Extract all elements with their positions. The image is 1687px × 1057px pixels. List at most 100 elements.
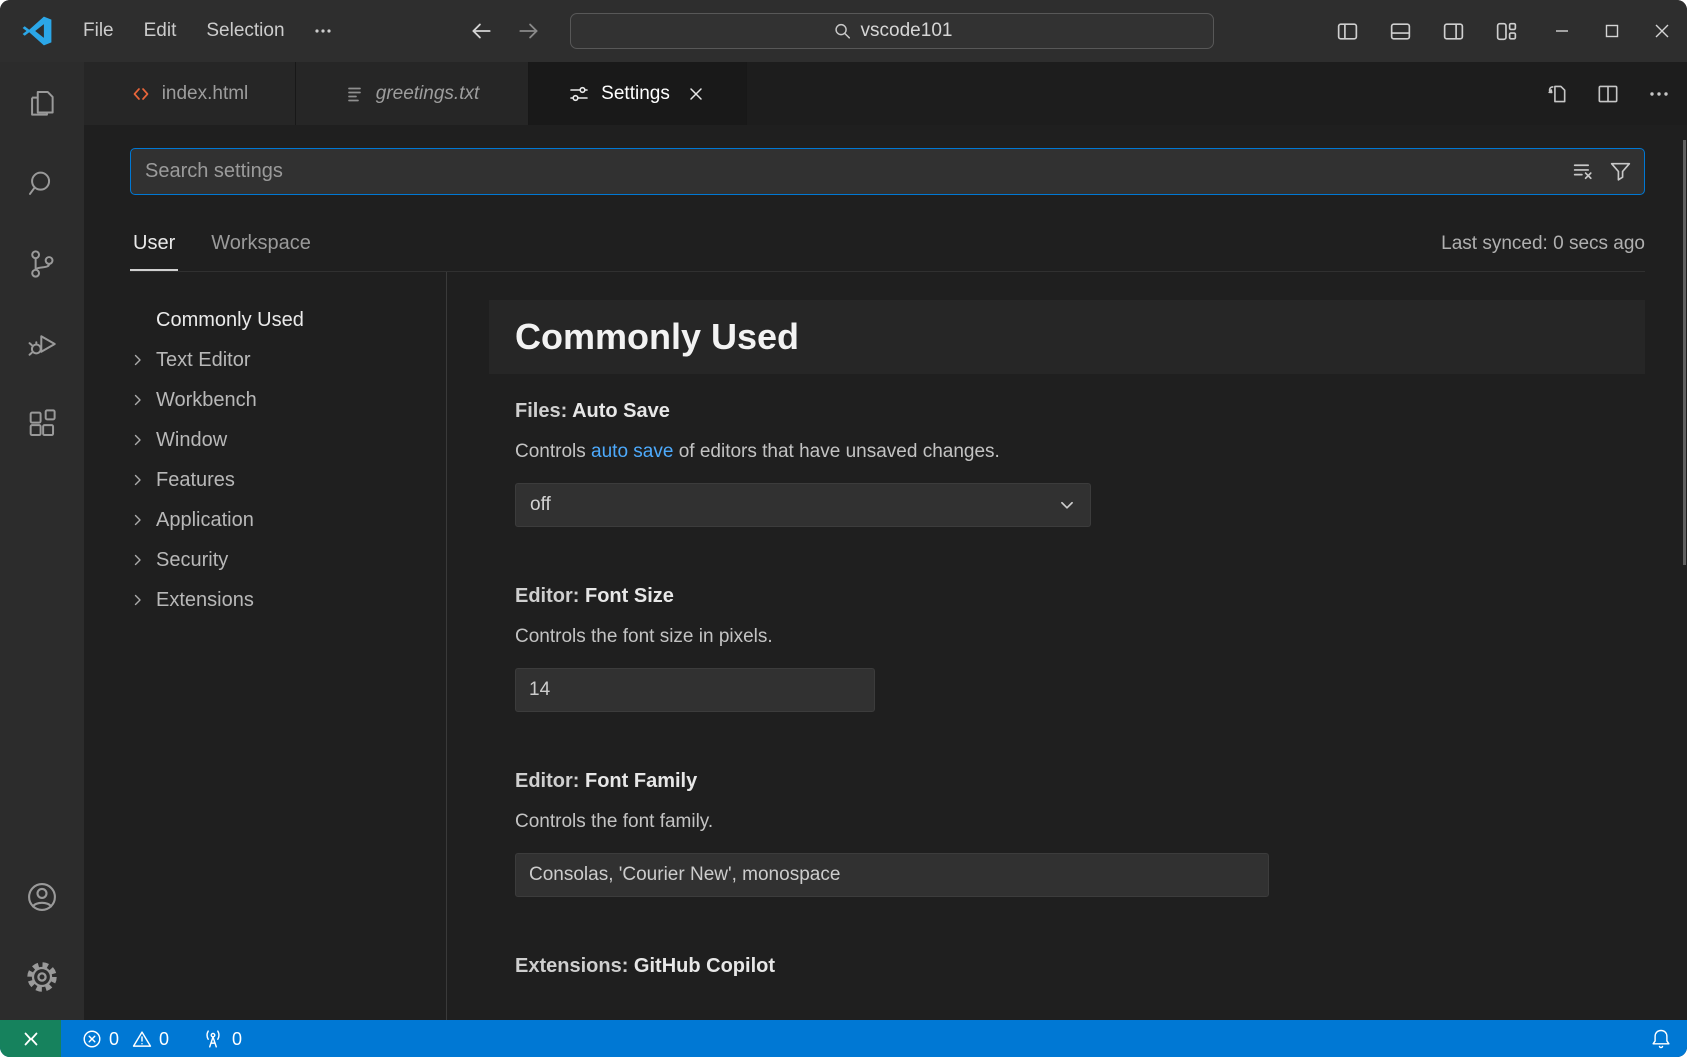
close-tab-icon[interactable] [685,83,707,105]
setting-row-font-family: Editor: Font Family Controls the font fa… [515,770,1645,897]
setting-title: Extensions: GitHub Copilot [515,955,1645,978]
error-icon [82,1029,102,1049]
remote-indicator[interactable] [0,1020,61,1057]
open-settings-json-icon[interactable] [1543,81,1569,107]
setting-category: Editor: [515,770,585,792]
editor-actions [1543,62,1671,125]
back-icon[interactable] [468,18,494,44]
minimize-button[interactable] [1537,0,1587,62]
toc-item-commonly-used[interactable]: Commonly Used [130,300,446,340]
last-synced-text: Last synced: 0 secs ago [1441,233,1645,271]
toc-label: Extensions [156,589,254,612]
maximize-button[interactable] [1587,0,1637,62]
toc-item-features[interactable]: Features [130,460,446,500]
select-value: off [530,494,551,516]
toc-item-text-editor[interactable]: Text Editor [130,340,446,380]
font-size-input[interactable] [515,668,875,712]
editor-scrollbar[interactable] [1683,140,1686,565]
desc-text: of editors that have unsaved changes. [673,441,999,462]
setting-description: Controls the font size in pixels. [515,626,1645,648]
search-view-icon[interactable] [0,144,84,224]
workbench: index.html greetings.txt [0,62,1687,1020]
tab-greetings-txt[interactable]: greetings.txt [296,62,529,125]
layout-controls [1335,19,1519,44]
menu-file[interactable]: File [68,12,129,50]
warning-icon [132,1029,152,1049]
bell-icon [1649,1027,1673,1051]
tab-settings[interactable]: Settings [529,62,747,125]
explorer-icon[interactable] [0,64,84,144]
toggle-secondary-sidebar-icon[interactable] [1441,19,1466,44]
settings-editor-icon [568,83,590,105]
toc-label: Workbench [156,389,257,412]
toc-label: Commonly Used [156,309,304,332]
setting-title: Editor: Font Size [515,585,1645,608]
command-center-search[interactable]: vscode101 [570,13,1214,49]
setting-row-auto-save: Files: Auto Save Controls auto save of e… [515,400,1645,527]
section-heading-band: Commonly Used [489,300,1645,374]
editor-area: index.html greetings.txt [84,62,1687,1020]
menu-selection[interactable]: Selection [191,12,299,50]
chevron-right-icon [130,392,156,408]
toggle-panel-icon[interactable] [1388,19,1413,44]
command-center-text: vscode101 [861,20,953,42]
tab-label: Settings [601,83,670,105]
tab-label: index.html [162,83,249,105]
source-control-icon[interactable] [0,224,84,304]
toc-item-window[interactable]: Window [130,420,446,460]
auto-save-link[interactable]: auto save [591,441,673,462]
problems-indicator[interactable]: 0 0 [73,1020,178,1057]
settings-gear-icon[interactable] [0,937,84,1017]
menu-bar: File Edit Selection [68,12,346,50]
settings-body: Commonly Used Text Editor [130,272,1687,1020]
menu-overflow-icon[interactable] [300,12,346,50]
tab-bar: index.html greetings.txt [84,62,1687,125]
chevron-right-icon [130,512,156,528]
toc-item-application[interactable]: Application [130,500,446,540]
chevron-right-icon [130,592,156,608]
desc-text: Controls [515,441,591,462]
customize-layout-icon[interactable] [1494,19,1519,44]
chevron-right-icon [130,472,156,488]
settings-toc: Commonly Used Text Editor [130,272,447,1020]
tab-label: greetings.txt [376,83,480,105]
toc-item-extensions[interactable]: Extensions [130,580,446,620]
tab-index-html[interactable]: index.html [84,62,296,125]
search-icon [832,21,852,41]
settings-content: Commonly Used Files: Auto Save Controls … [447,272,1687,1020]
setting-row-github-copilot: Extensions: GitHub Copilot [515,955,1645,978]
clear-search-icon[interactable] [1571,159,1596,184]
extensions-icon[interactable] [0,384,84,464]
toggle-sidebar-icon[interactable] [1335,19,1360,44]
window-controls [1537,0,1687,62]
error-count: 0 [109,1030,119,1048]
setting-title: Files: Auto Save [515,400,1645,423]
auto-save-select[interactable]: off [515,483,1091,527]
run-debug-icon[interactable] [0,304,84,384]
setting-label: Auto Save [572,400,670,422]
toc-item-security[interactable]: Security [130,540,446,580]
more-actions-icon[interactable] [1647,82,1671,106]
setting-label: GitHub Copilot [634,955,775,977]
chevron-right-icon [130,352,156,368]
html-file-icon [131,84,151,104]
setting-title: Editor: Font Family [515,770,1645,793]
filter-icon[interactable] [1608,159,1633,184]
history-nav [468,18,542,44]
settings-search-input[interactable] [130,148,1645,195]
scope-tab-workspace[interactable]: Workspace [208,232,314,271]
close-button[interactable] [1637,0,1687,62]
ports-indicator[interactable]: 0 [192,1020,251,1057]
toc-label: Text Editor [156,349,250,372]
warning-count: 0 [159,1030,169,1048]
forward-icon[interactable] [516,18,542,44]
account-icon[interactable] [0,857,84,937]
scope-tab-user[interactable]: User [130,232,178,271]
notifications[interactable] [1649,1020,1687,1057]
font-family-input[interactable] [515,853,1269,897]
split-editor-icon[interactable] [1595,81,1621,107]
settings-editor: User Workspace Last synced: 0 secs ago C… [84,125,1687,1020]
page-title: Commonly Used [515,316,799,358]
menu-edit[interactable]: Edit [129,12,192,50]
toc-item-workbench[interactable]: Workbench [130,380,446,420]
